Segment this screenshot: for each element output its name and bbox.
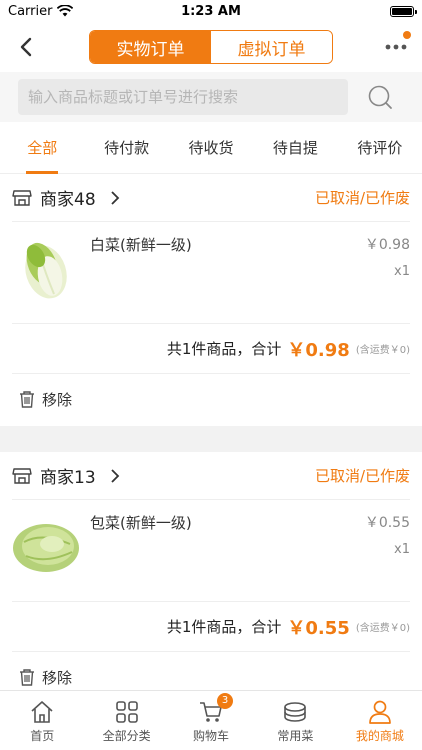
nav-label: 购物车 xyxy=(193,729,230,743)
bottom-nav: 首页 全部分类 3 购物车 常用菜 我的商城 xyxy=(0,690,422,750)
order-status-tabs: 全部 待付款 待收货 待自提 待评价 xyxy=(0,122,422,174)
green-cabbage-image xyxy=(13,524,79,572)
order-item[interactable]: 包菜(新鲜一级) ￥0.55 x1 xyxy=(12,500,410,602)
order-status: 已取消/已作废 xyxy=(314,467,410,485)
item-price: ￥0.55 xyxy=(364,515,410,531)
order-status: 已取消/已作废 xyxy=(314,189,410,207)
more-dots-icon xyxy=(385,44,407,50)
item-name: 白菜(新鲜一级) xyxy=(90,236,192,254)
order-summary: 共1件商品，合计 ￥0.55 (含运费￥0) xyxy=(12,602,410,652)
summary-text: 共1件商品，合计 xyxy=(166,618,282,636)
order-card: 商家13 已取消/已作废 包菜(新鲜一级) ￥0.55 x1 共1件商品，合计 … xyxy=(0,452,422,702)
segment-virtual-orders[interactable]: 虚拟订单 xyxy=(211,31,332,63)
chevron-right-icon xyxy=(111,190,119,205)
order-header[interactable]: 商家48 已取消/已作废 xyxy=(12,174,410,222)
search-bar xyxy=(0,72,422,122)
trash-icon xyxy=(20,391,34,408)
order-total: ￥0.55 xyxy=(287,617,350,639)
remove-order-button[interactable]: 移除 xyxy=(18,374,404,424)
battery-icon xyxy=(390,5,417,17)
nav-favorites[interactable]: 常用菜 xyxy=(253,691,337,750)
shop-name: 商家48 xyxy=(40,190,96,210)
trash-icon xyxy=(20,669,34,686)
order-type-segment: 实物订单 虚拟订单 xyxy=(89,30,333,64)
nav-label: 首页 xyxy=(30,729,55,743)
search-input[interactable] xyxy=(18,79,348,115)
nav-label: 全部分类 xyxy=(102,729,151,743)
shop-name: 商家13 xyxy=(40,468,96,488)
section-divider xyxy=(0,426,422,452)
back-button[interactable] xyxy=(14,35,38,59)
shipping-fee: (含运费￥0) xyxy=(355,345,410,356)
order-summary: 共1件商品，合计 ￥0.98 (含运费￥0) xyxy=(12,324,410,374)
home-icon xyxy=(31,701,53,723)
nav-cart[interactable]: 3 购物车 xyxy=(169,691,253,750)
nav-label: 我的商城 xyxy=(355,729,404,743)
item-price-qty: ￥0.55 x1 xyxy=(365,512,410,557)
notification-dot xyxy=(403,31,411,39)
tab-all[interactable]: 全部 xyxy=(0,122,84,174)
nav-categories[interactable]: 全部分类 xyxy=(84,691,168,750)
order-item[interactable]: 白菜(新鲜一级) ￥0.98 x1 xyxy=(12,222,410,324)
tab-pending-review[interactable]: 待评价 xyxy=(338,122,422,174)
remove-label: 移除 xyxy=(42,668,73,687)
cart-badge: 3 xyxy=(217,693,234,709)
status-bar: Carrier 1:23 AM xyxy=(0,0,422,22)
tab-pending-receipt[interactable]: 待收货 xyxy=(169,122,253,174)
remove-label: 移除 xyxy=(42,390,73,409)
shipping-fee: (含运费￥0) xyxy=(355,623,410,634)
tab-pending-pickup[interactable]: 待自提 xyxy=(253,122,337,174)
dish-icon xyxy=(284,702,307,722)
item-name: 包菜(新鲜一级) xyxy=(90,514,192,532)
order-total: ￥0.98 xyxy=(287,339,350,361)
order-header[interactable]: 商家13 已取消/已作废 xyxy=(12,452,410,500)
chevron-left-icon xyxy=(20,37,32,57)
nav-home[interactable]: 首页 xyxy=(0,691,84,750)
item-price-qty: ￥0.98 x1 xyxy=(365,234,410,279)
item-price: ￥0.98 xyxy=(364,237,410,253)
shop-icon xyxy=(12,189,32,206)
item-qty: x1 xyxy=(394,542,410,557)
navbar: 实物订单 虚拟订单 xyxy=(0,22,422,72)
search-icon[interactable] xyxy=(368,85,394,111)
grid-icon xyxy=(115,701,138,723)
user-icon xyxy=(368,700,391,724)
carrier-label: Carrier xyxy=(8,3,53,19)
summary-text: 共1件商品，合计 xyxy=(166,340,282,358)
status-left: Carrier xyxy=(8,3,74,19)
more-button[interactable] xyxy=(384,31,411,57)
shop-icon xyxy=(12,467,32,484)
napa-cabbage-image xyxy=(25,242,67,299)
item-qty: x1 xyxy=(394,264,410,279)
chevron-right-icon xyxy=(111,468,119,483)
segment-physical-orders[interactable]: 实物订单 xyxy=(90,31,211,63)
wifi-icon xyxy=(57,5,74,17)
nav-my-mall[interactable]: 我的商城 xyxy=(338,691,422,750)
tab-pending-payment[interactable]: 待付款 xyxy=(84,122,168,174)
order-card: 商家48 已取消/已作废 白菜(新鲜一级) ￥0.98 x1 共1件商品，合计 … xyxy=(0,174,422,424)
nav-label: 常用菜 xyxy=(277,729,314,743)
